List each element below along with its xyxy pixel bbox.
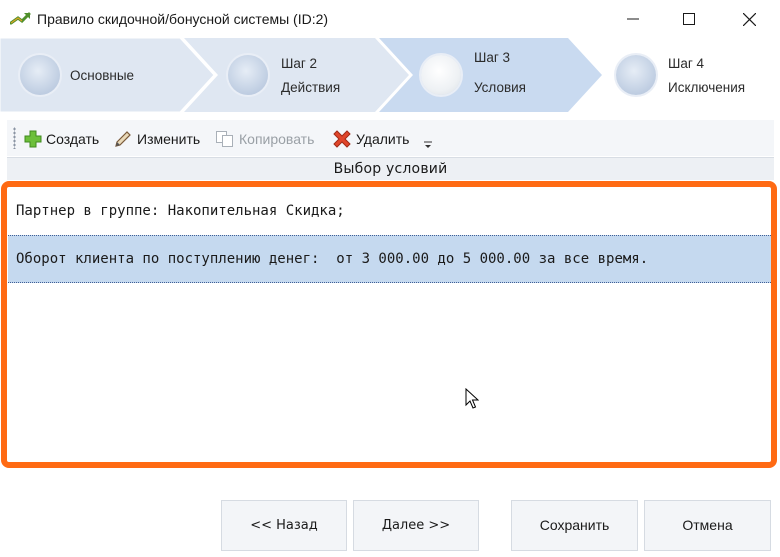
next-button[interactable]: Далее >>	[353, 500, 479, 551]
window-title: Правило скидочной/бонусной системы (ID:2…	[37, 11, 329, 27]
step-2-indicator	[228, 55, 268, 95]
minimize-icon	[627, 18, 639, 20]
cancel-button[interactable]: Отмена	[644, 500, 771, 551]
step-1-label[interactable]: Основные	[70, 68, 134, 83]
step-2-sublabel[interactable]: Действия	[281, 80, 340, 95]
step-4-indicator	[616, 55, 656, 95]
copy-button[interactable]: Копировать	[215, 128, 314, 150]
copy-icon	[216, 131, 233, 147]
maximize-button[interactable]	[666, 0, 712, 38]
delete-button[interactable]: Удалить	[332, 128, 409, 150]
toolbar-grip[interactable]	[13, 127, 16, 149]
minimize-button[interactable]	[610, 0, 656, 38]
condition-text: Партнер в группе: Накопительная Скидка;	[16, 202, 345, 219]
step-3-label[interactable]: Шаг 3	[474, 50, 510, 65]
condition-text: Оборот клиента по поступлению денег: от …	[16, 251, 649, 267]
close-button[interactable]	[726, 0, 772, 38]
condition-row-selected[interactable]: Оборот клиента по поступлению денег: от …	[8, 235, 771, 283]
back-button[interactable]: << Назад	[221, 500, 347, 551]
create-button[interactable]: Создать	[24, 128, 99, 150]
conditions-list[interactable]: Партнер в группе: Накопительная Скидка; …	[1, 181, 777, 468]
delete-icon	[333, 130, 351, 148]
rule-icon	[10, 12, 31, 25]
step-3-indicator	[421, 55, 461, 95]
edit-button[interactable]: Изменить	[113, 128, 200, 150]
title-bar: Правило скидочной/бонусной системы (ID:2…	[0, 0, 780, 38]
step-4-label[interactable]: Шаг 4	[668, 56, 704, 71]
maximize-icon	[683, 13, 695, 25]
close-icon	[742, 12, 756, 26]
toolbar: Создать Изменить Копировать Удалить	[7, 120, 774, 156]
create-label: Создать	[46, 131, 100, 147]
mouse-cursor-icon	[465, 388, 479, 409]
copy-label: Копировать	[239, 131, 315, 147]
wizard-steps: Основные Шаг 2 Действия Шаг 3 Условия Ша…	[0, 38, 780, 112]
step-1-indicator	[20, 55, 60, 95]
plus-icon	[24, 130, 42, 148]
step-2-label[interactable]: Шаг 2	[281, 56, 317, 71]
save-button[interactable]: Сохранить	[511, 500, 638, 551]
section-header: Выбор условий	[7, 157, 774, 180]
condition-row[interactable]: Партнер в группе: Накопительная Скидка;	[8, 187, 771, 234]
step-3-sublabel[interactable]: Условия	[474, 80, 526, 95]
edit-label: Изменить	[137, 131, 201, 147]
toolbar-overflow-icon[interactable]	[423, 140, 433, 150]
step-4-sublabel[interactable]: Исключения	[668, 80, 745, 95]
delete-label: Удалить	[356, 131, 410, 147]
pencil-icon	[115, 131, 131, 147]
